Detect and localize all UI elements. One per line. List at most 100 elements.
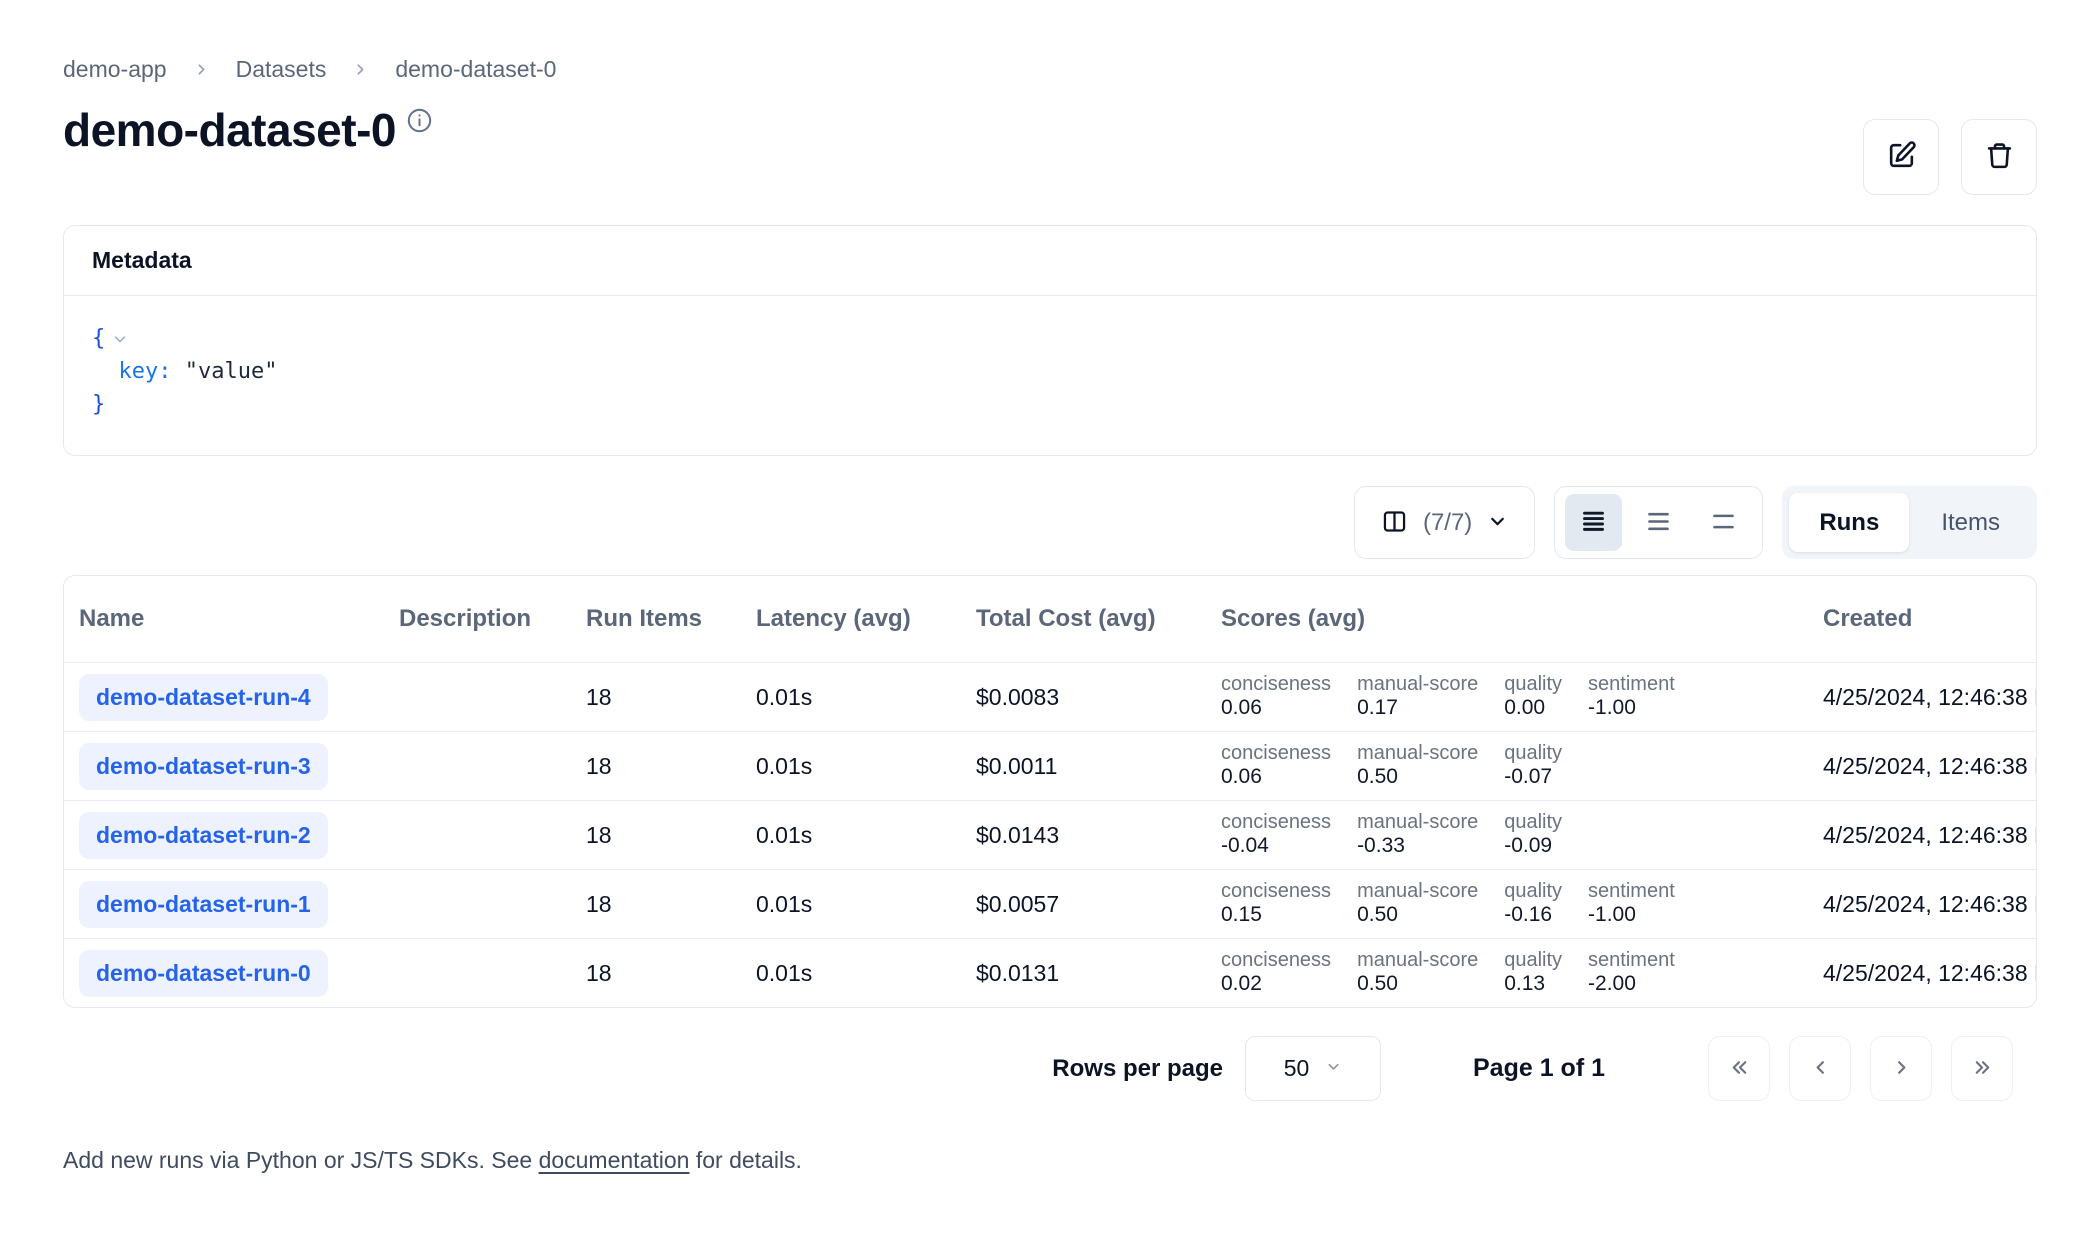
name-cell: demo-dataset-run-1 <box>64 870 384 938</box>
column-header-latency: Latency (avg) <box>741 576 961 662</box>
column-header-description: Description <box>384 576 571 662</box>
next-page-icon <box>1890 1056 1913 1082</box>
table-toolbar: (7/7) Runs Ite <box>63 486 2037 559</box>
row-height-tall-button[interactable] <box>1695 494 1752 551</box>
name-cell: demo-dataset-run-2 <box>64 801 384 869</box>
sdk-hint-text-before: Add new runs via Python or JS/TS SDKs. S… <box>63 1147 539 1173</box>
breadcrumb-item-current-dataset[interactable]: demo-dataset-0 <box>395 56 556 83</box>
column-visibility-button[interactable]: (7/7) <box>1354 486 1535 559</box>
run-items-cell: 18 <box>571 870 741 938</box>
score-value: -1.00 <box>1588 903 1675 928</box>
description-cell <box>384 732 571 800</box>
latency-cell: 0.01s <box>741 801 961 869</box>
run-name-link[interactable]: demo-dataset-run-4 <box>79 674 328 721</box>
score-value: -0.04 <box>1221 834 1331 859</box>
tab-runs[interactable]: Runs <box>1789 493 1909 552</box>
description-cell <box>384 939 571 1007</box>
total-cost-cell: $0.0011 <box>961 732 1206 800</box>
dataset-actions <box>1863 119 2037 195</box>
score-chip: manual-score0.17 <box>1357 673 1478 721</box>
metadata-json-viewer: { key: "value" } <box>64 296 2036 455</box>
chevron-right-icon <box>352 61 369 78</box>
last-page-icon <box>1971 1056 1994 1082</box>
total-cost-cell: $0.0143 <box>961 801 1206 869</box>
edit-icon <box>1886 140 1917 174</box>
latency-cell: 0.01s <box>741 939 961 1007</box>
next-page-button[interactable] <box>1870 1036 1932 1101</box>
column-header-scores: Scores (avg) <box>1206 576 1808 662</box>
score-label: manual-score <box>1357 742 1478 766</box>
table-body: demo-dataset-run-4180.01s$0.0083concisen… <box>64 662 2036 1007</box>
name-cell: demo-dataset-run-0 <box>64 939 384 1007</box>
tab-items[interactable]: Items <box>1911 493 2030 552</box>
score-label: manual-score <box>1357 949 1478 973</box>
column-header-name: Name <box>64 576 384 662</box>
row-height-toggle-group <box>1554 486 1763 559</box>
score-chip: quality-0.07 <box>1504 742 1562 790</box>
breadcrumb-item-datasets[interactable]: Datasets <box>236 56 327 83</box>
collapse-chevron-icon[interactable] <box>111 330 129 348</box>
rows-per-page-select[interactable]: 50 <box>1245 1036 1381 1101</box>
sdk-hint: Add new runs via Python or JS/TS SDKs. S… <box>63 1147 2037 1234</box>
score-value: 0.02 <box>1221 972 1331 997</box>
score-chip: sentiment-1.00 <box>1588 880 1675 928</box>
row-height-medium-button[interactable] <box>1630 494 1687 551</box>
breadcrumb-item-project[interactable]: demo-app <box>63 56 167 83</box>
created-cell: 4/25/2024, 12:46:38 PM <box>1808 663 2036 731</box>
documentation-link[interactable]: documentation <box>539 1147 690 1173</box>
score-value: -0.16 <box>1504 903 1562 928</box>
run-name-link[interactable]: demo-dataset-run-3 <box>79 743 328 790</box>
created-cell: 4/25/2024, 12:46:38 PM <box>1808 939 2036 1007</box>
created-cell: 4/25/2024, 12:46:38 PM <box>1808 801 2036 869</box>
rows-per-page-label: Rows per page <box>1052 1055 1223 1083</box>
sdk-hint-text-after: for details. <box>689 1147 802 1173</box>
score-label: quality <box>1504 673 1562 697</box>
score-value: -1.00 <box>1588 696 1675 721</box>
first-page-button[interactable] <box>1708 1036 1770 1101</box>
total-cost-cell: $0.0131 <box>961 939 1206 1007</box>
score-chip: manual-score0.50 <box>1357 742 1478 790</box>
edit-dataset-button[interactable] <box>1863 119 1939 195</box>
score-value: -0.09 <box>1504 834 1562 859</box>
row-height-dense-icon <box>1580 508 1607 538</box>
previous-page-button[interactable] <box>1789 1036 1851 1101</box>
score-chip: quality0.00 <box>1504 673 1562 721</box>
score-chip: conciseness-0.04 <box>1221 811 1331 859</box>
row-height-medium-icon <box>1645 508 1672 538</box>
metadata-card-title: Metadata <box>92 247 192 273</box>
total-cost-cell: $0.0057 <box>961 870 1206 938</box>
score-value: -2.00 <box>1588 972 1675 997</box>
run-name-link[interactable]: demo-dataset-run-0 <box>79 950 328 997</box>
score-label: sentiment <box>1588 949 1675 973</box>
score-value: 0.50 <box>1357 765 1478 790</box>
score-label: quality <box>1504 811 1562 835</box>
trash-icon <box>1984 140 2015 174</box>
created-cell: 4/25/2024, 12:46:38 PM <box>1808 870 2036 938</box>
scores-cell: conciseness-0.04 manual-score-0.33 quality… <box>1206 801 1808 869</box>
run-name-link[interactable]: demo-dataset-run-1 <box>79 881 328 928</box>
score-value: 0.15 <box>1221 903 1331 928</box>
chevron-down-icon <box>1487 511 1508 535</box>
table-row: demo-dataset-run-0180.01s$0.0131concisen… <box>64 938 2036 1007</box>
scores-cell: conciseness0.06manual-score0.17quality0.… <box>1206 663 1808 731</box>
score-value: 0.50 <box>1357 972 1478 997</box>
score-chip: manual-score0.50 <box>1357 949 1478 997</box>
last-page-button[interactable] <box>1951 1036 2013 1101</box>
column-header-run-items: Run Items <box>571 576 741 662</box>
json-value: "value" <box>185 355 278 388</box>
columns-icon <box>1381 508 1408 538</box>
table-row: demo-dataset-run-1180.01s$0.0057concisen… <box>64 869 2036 938</box>
name-cell: demo-dataset-run-3 <box>64 732 384 800</box>
rows-per-page-value: 50 <box>1284 1055 1310 1082</box>
score-value: 0.17 <box>1357 696 1478 721</box>
description-cell <box>384 663 571 731</box>
run-name-link[interactable]: demo-dataset-run-2 <box>79 812 328 859</box>
score-label: conciseness <box>1221 880 1331 904</box>
score-value: 0.06 <box>1221 765 1331 790</box>
info-icon[interactable] <box>406 107 433 139</box>
score-chip: conciseness0.06 <box>1221 742 1331 790</box>
row-height-dense-button[interactable] <box>1565 494 1622 551</box>
delete-dataset-button[interactable] <box>1961 119 2037 195</box>
score-chip: manual-score-0.33 <box>1357 811 1478 859</box>
table-row: demo-dataset-run-2180.01s$0.0143concisen… <box>64 800 2036 869</box>
